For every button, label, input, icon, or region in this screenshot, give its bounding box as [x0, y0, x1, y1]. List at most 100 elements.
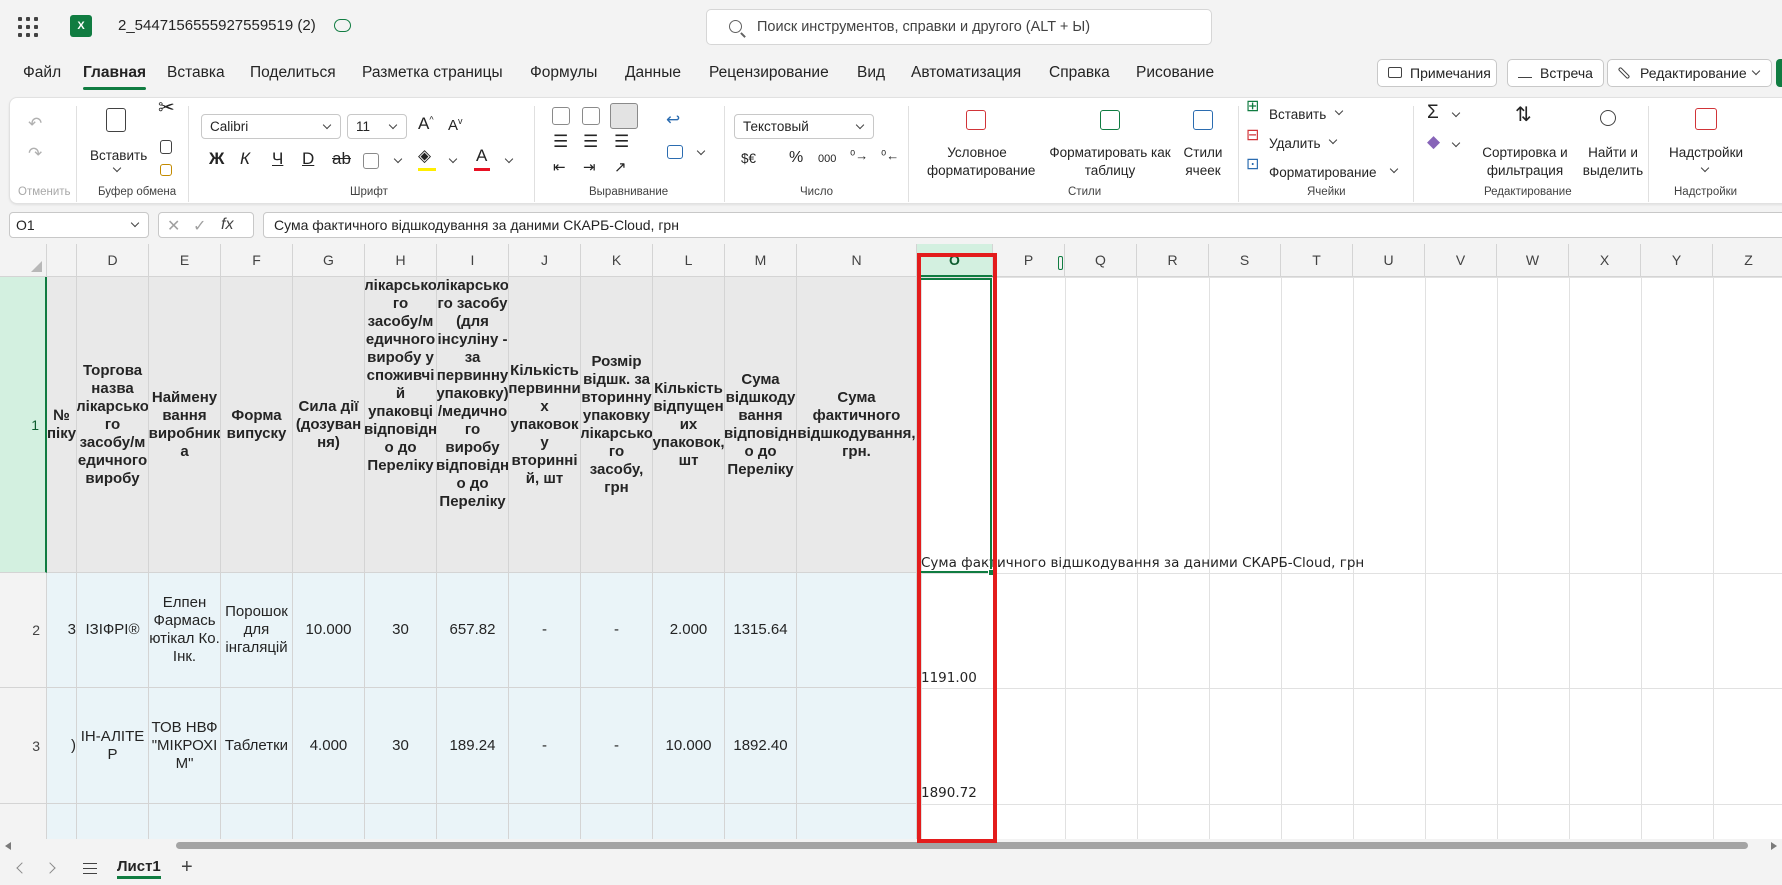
column-header[interactable]: T	[1281, 244, 1353, 277]
table-cell[interactable]: 30	[365, 573, 437, 688]
cancel-icon[interactable]: ✕	[167, 216, 180, 236]
table-header-cell[interactable]: Сума відшкоду вання відповідн о до Перел…	[725, 277, 797, 573]
cloud-saved-icon[interactable]	[334, 19, 351, 32]
column-header[interactable]: J	[509, 244, 581, 277]
fill-color-icon[interactable]: ◈	[418, 146, 431, 166]
tab-data[interactable]: Данные	[625, 64, 681, 82]
cell-o3[interactable]: 1890.72	[921, 785, 977, 801]
wrap-text-icon[interactable]: ↩	[666, 110, 680, 130]
row-header[interactable]	[0, 804, 47, 839]
table-cell[interactable]: ТОВ НВФ "МІКРОХІ М"	[149, 688, 221, 804]
borders-icon[interactable]	[363, 153, 379, 169]
autosum-icon[interactable]: Σ	[1427, 102, 1439, 124]
column-header-c[interactable]	[47, 244, 77, 277]
tab-draw[interactable]: Рисование	[1136, 64, 1214, 82]
table-cell[interactable]: 4.000	[293, 688, 365, 804]
underline-icon[interactable]: Ч	[272, 149, 283, 169]
table-cell[interactable]: 10.000	[653, 688, 725, 804]
redo-icon[interactable]: ↷	[28, 144, 42, 164]
table-header-cell[interactable]: лікарсько го засобу (для інсуліну - за п…	[437, 277, 509, 573]
copy-icon[interactable]	[160, 140, 172, 154]
search-box[interactable]: Поиск инструментов, справки и другого (A…	[706, 9, 1212, 45]
increase-font-icon[interactable]: A^	[418, 114, 434, 134]
table-cell[interactable]	[47, 804, 77, 839]
italic-icon[interactable]: К	[240, 149, 250, 169]
row-header[interactable]: 3	[0, 688, 47, 804]
percent-format-button[interactable]: %	[789, 149, 803, 167]
conditional-formatting-icon[interactable]	[966, 110, 986, 130]
table-cell[interactable]	[581, 804, 653, 839]
decrease-font-icon[interactable]: Av	[448, 116, 463, 134]
format-as-table-icon[interactable]	[1100, 110, 1120, 130]
table-cell[interactable]	[221, 804, 293, 839]
table-header-cell[interactable]: Розмір відшк. за вторинну упаковку лікар…	[581, 277, 653, 573]
table-cell[interactable]	[293, 804, 365, 839]
tab-insert[interactable]: Вставка	[167, 64, 225, 82]
column-header-selected[interactable]: O	[917, 244, 993, 277]
column-header[interactable]: I	[437, 244, 509, 277]
table-cell[interactable]: Елпен Фармась ютікал Ко. Інк.	[149, 573, 221, 688]
font-size-select[interactable]: 11	[347, 114, 407, 139]
table-header-cell[interactable]: Кількість відпущен их упаковок, шт	[653, 277, 725, 573]
column-header[interactable]: G	[293, 244, 365, 277]
tab-automate[interactable]: Автоматизация	[911, 64, 1021, 82]
format-painter-icon[interactable]	[160, 164, 172, 176]
chevron-down-icon[interactable]	[1451, 138, 1461, 148]
column-header[interactable]: Z	[1713, 244, 1782, 277]
align-bottom-icon[interactable]	[610, 103, 638, 129]
table-header-cell[interactable]: Сума фактичного відшкодування, грн.	[797, 277, 917, 573]
decrease-decimal-icon[interactable]: ⁰←	[881, 148, 899, 164]
find-select-icon[interactable]	[1600, 110, 1616, 126]
number-format-select[interactable]: Текстовый	[734, 114, 874, 139]
table-cell[interactable]: -	[509, 688, 581, 804]
column-header[interactable]: X	[1569, 244, 1641, 277]
table-header-cell[interactable]: Торгова назва лікарсько го засобу/м едич…	[77, 277, 149, 573]
format-as-table-button[interactable]: Форматировать как таблицу	[1046, 144, 1174, 180]
column-header[interactable]: P	[993, 244, 1065, 277]
column-header[interactable]: Q	[1065, 244, 1137, 277]
column-header[interactable]: R	[1137, 244, 1209, 277]
table-cell[interactable]	[725, 804, 797, 839]
all-sheets-icon[interactable]	[83, 863, 97, 874]
scroll-right-icon[interactable]	[1771, 842, 1777, 850]
column-header[interactable]: Y	[1641, 244, 1713, 277]
align-middle-icon[interactable]	[582, 107, 600, 125]
table-cell[interactable]: )	[47, 688, 77, 804]
paste-chevron-icon[interactable]	[112, 163, 122, 173]
paste-button[interactable]: Вставить	[90, 147, 147, 165]
table-cell[interactable]: -	[581, 573, 653, 688]
chevron-down-icon[interactable]	[393, 154, 403, 164]
chevron-down-icon[interactable]	[1389, 164, 1399, 174]
column-header[interactable]: E	[149, 244, 221, 277]
table-header-cell[interactable]: лікарсько го засобу/м едичного виробу у …	[365, 277, 437, 573]
table-cell[interactable]	[149, 804, 221, 839]
column-header[interactable]: S	[1209, 244, 1281, 277]
scroll-left-icon[interactable]	[5, 842, 11, 850]
double-underline-icon[interactable]: D	[302, 149, 314, 169]
table-cell[interactable]: 30	[365, 688, 437, 804]
table-cell[interactable]: 1892.40	[725, 688, 797, 804]
addins-icon[interactable]	[1695, 108, 1717, 130]
table-cell[interactable]: Порошок для інгаляцій	[221, 573, 293, 688]
font-name-select[interactable]: Calibri	[201, 114, 341, 139]
conditional-formatting-button[interactable]: Условное форматирование	[927, 144, 1035, 180]
column-header[interactable]: W	[1497, 244, 1569, 277]
decrease-indent-icon[interactable]: ⇤	[553, 158, 566, 176]
table-cell[interactable]: 657.82	[437, 573, 509, 688]
table-cell[interactable]: 3	[47, 573, 77, 688]
table-cell[interactable]	[509, 804, 581, 839]
table-cell[interactable]: 1315.64	[725, 573, 797, 688]
confirm-icon[interactable]: ✓	[193, 216, 206, 236]
column-header[interactable]: K	[581, 244, 653, 277]
chevron-down-icon[interactable]	[1700, 163, 1710, 173]
sort-filter-button[interactable]: Сортировка и фильтрация	[1475, 144, 1575, 180]
thousands-format-button[interactable]: 000	[818, 150, 836, 168]
table-cell[interactable]: 189.24	[437, 688, 509, 804]
format-cells-button[interactable]: Форматирование	[1269, 164, 1377, 182]
table-cell[interactable]: -	[509, 573, 581, 688]
chevron-down-icon[interactable]	[696, 146, 706, 156]
column-header[interactable]: D	[77, 244, 149, 277]
column-header[interactable]: F	[221, 244, 293, 277]
table-cell[interactable]: -	[581, 688, 653, 804]
clear-icon[interactable]: ◆	[1427, 132, 1440, 152]
